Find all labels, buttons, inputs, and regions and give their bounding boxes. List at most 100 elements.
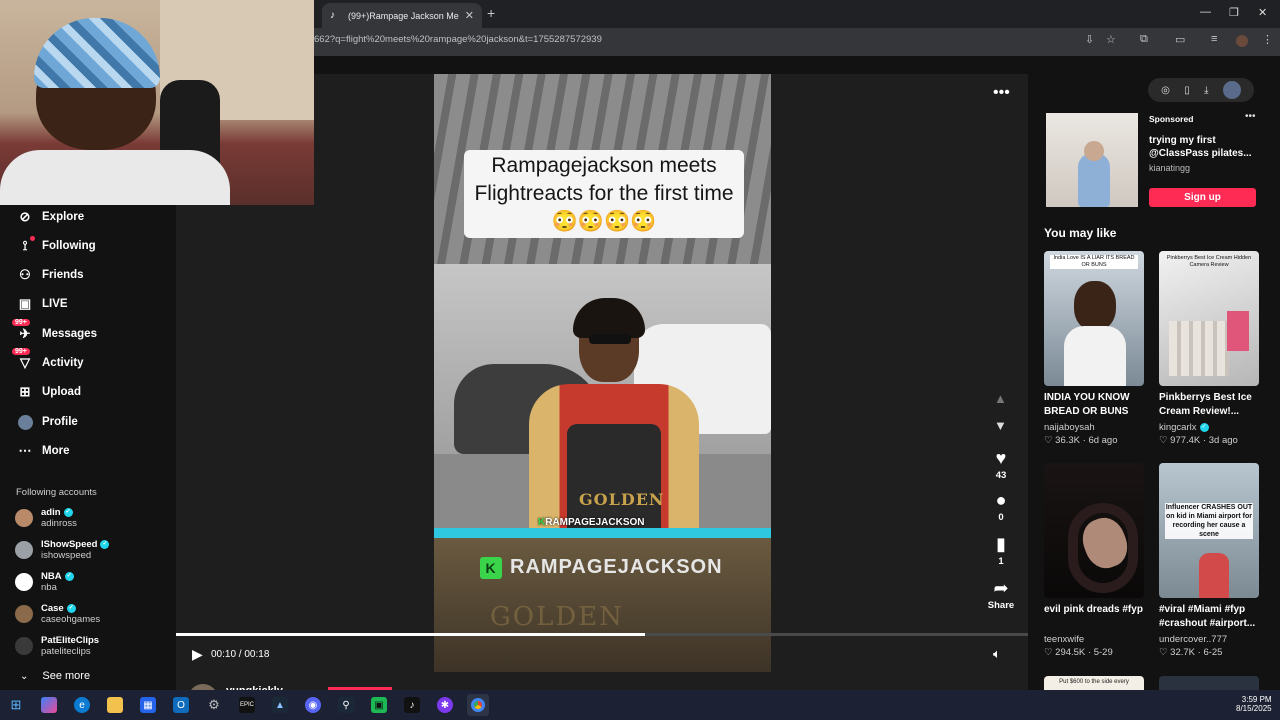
comment-icon: ● (995, 490, 1007, 510)
suggested-video-card[interactable]: evil pink dreads #fyp teenxwife ♡ 294.5K… (1044, 463, 1144, 658)
following-account[interactable]: PatEliteClips pateliteclips (15, 635, 99, 657)
media-app-icon[interactable]: ▣ (371, 697, 387, 713)
start-icon[interactable]: ⊞ (8, 697, 24, 713)
share-label: Share (987, 600, 1015, 611)
sidebar-item-messages[interactable]: ✈ 99+ Messages (12, 319, 97, 342)
store-icon[interactable]: ▦ (140, 697, 156, 713)
app-icon[interactable]: ✱ (437, 697, 453, 713)
video-person: GOLDEN (529, 298, 699, 554)
see-more-button[interactable]: ⌄ See more (20, 670, 90, 682)
sidebar-item-friends[interactable]: ⚇ Friends (16, 267, 83, 283)
suggested-video-card[interactable]: Influencer CRASHES OUT on kid in Miami a… (1159, 463, 1259, 658)
sign-up-button[interactable]: Sign up (1149, 188, 1256, 207)
messages-icon: ✈ 99+ (12, 319, 34, 342)
browser-menu-icon[interactable]: ⋮ (1262, 33, 1273, 46)
taskbar-clock[interactable]: 3:59 PM 8/15/2025 (1236, 695, 1272, 713)
install-icon[interactable]: ⇩ (1085, 33, 1094, 46)
cast-icon[interactable]: ▭ (1175, 33, 1185, 46)
chrome-icon[interactable] (467, 694, 489, 716)
close-tab-icon[interactable]: ✕ (465, 9, 474, 22)
suggested-video-thumbnail-peek[interactable] (1159, 676, 1259, 690)
ad-username[interactable]: kianatingg (1149, 163, 1190, 173)
video-hair (573, 298, 645, 338)
window-close-icon[interactable]: ✕ (1258, 6, 1267, 19)
avatar (15, 573, 33, 591)
sidebar-item-upload[interactable]: ⊞ Upload (16, 384, 81, 400)
bookmark-star-icon[interactable]: ☆ (1106, 33, 1116, 46)
ad-thumbnail[interactable] (1046, 113, 1138, 207)
previous-video-icon[interactable]: ▲ (994, 391, 1007, 406)
restore-icon[interactable]: ❐ (1229, 6, 1239, 19)
ad-person (1078, 153, 1110, 207)
volume-icon[interactable]: 🔈︎ (993, 646, 1001, 662)
you-may-like-title: You may like (1044, 226, 1117, 240)
more-icon: ⋯ (18, 443, 32, 458)
following-accounts-title: Following accounts (16, 487, 97, 498)
suggested-video-thumbnail-peek[interactable]: Put $600 to the side every (1044, 676, 1144, 690)
verified-icon: ✓ (64, 571, 74, 581)
sidebar-item-activity[interactable]: ▽ 99+ Activity (12, 348, 84, 371)
discord-icon[interactable]: ◉ (305, 697, 321, 713)
avatar (15, 637, 33, 655)
sidebar-item-more[interactable]: ⋯ More (16, 443, 70, 459)
comment-button[interactable]: ● 0 (981, 490, 1021, 523)
more-options-icon[interactable]: ••• (993, 84, 1010, 102)
new-tab-icon[interactable]: + (487, 5, 495, 21)
tiktok-taskbar-icon[interactable]: ♪ (404, 697, 420, 713)
user-avatar-icon[interactable] (1222, 81, 1241, 99)
webcam-durag (34, 18, 160, 88)
steam-icon[interactable]: ⚲ (338, 697, 354, 713)
outlook-icon[interactable]: O (173, 697, 189, 713)
video-lower-strip (434, 528, 771, 538)
webcam-overlay (0, 0, 314, 205)
url-field[interactable]: 662?q=flight%20meets%20rampage%20jackson… (314, 34, 602, 45)
following-account[interactable]: IShowSpeed ✓ ishowspeed (15, 539, 110, 561)
edge-icon[interactable]: e (74, 697, 90, 713)
suggested-video-card[interactable]: Pinkberrys Best Ice Cream Hidden Camera … (1159, 251, 1259, 446)
video-big-tag: K RAMPAGEJACKSON (480, 556, 723, 579)
following-account[interactable]: adin ✓ adinross (15, 507, 77, 529)
mobile-icon[interactable]: ▯ (1184, 85, 1190, 96)
following-account[interactable]: NBA ✓ nba (15, 571, 74, 593)
app-icon[interactable]: ▲ (272, 697, 288, 713)
bookmark-icon: ▮ (996, 534, 1006, 554)
reading-list-icon[interactable]: ≡ (1211, 33, 1217, 45)
verified-icon: ✓ (1199, 422, 1209, 432)
sidebar-item-profile[interactable]: Profile (16, 414, 78, 430)
screen: ♪ (99+)Rampage Jackson Meets F ✕ + — ❐ ✕… (0, 0, 1280, 720)
activity-badge: 99+ (12, 348, 30, 355)
ad-title[interactable]: trying my first @ClassPass pilates... (1149, 134, 1259, 160)
video-thumbnail: Influencer CRASHES OUT on kid in Miami a… (1159, 463, 1259, 598)
download-icon[interactable]: ⤓ (1204, 85, 1208, 96)
video-progress-bar[interactable] (176, 633, 1028, 636)
save-count: 1 (998, 556, 1004, 567)
heart-icon: ♡ (1044, 435, 1056, 446)
play-icon[interactable]: ▶ (192, 646, 203, 663)
ad-more-icon[interactable]: ••• (1245, 111, 1256, 122)
following-account[interactable]: Case ✓ caseohgames (15, 603, 100, 625)
suggested-video-card[interactable]: India Love IS A LIAR ITS BREAD OR BUNS I… (1044, 251, 1144, 446)
coin-icon[interactable]: ◎ (1161, 85, 1170, 96)
verified-icon: ✓ (100, 539, 110, 549)
chevron-down-icon: ⌄ (20, 670, 29, 682)
settings-icon[interactable]: ⚙ (206, 697, 222, 713)
epic-games-icon[interactable]: EPIC (239, 697, 255, 713)
next-video-icon[interactable]: ▼ (994, 418, 1007, 433)
sidebar-item-explore[interactable]: ⊘ Explore (16, 209, 85, 225)
profile-avatar-icon[interactable] (1236, 35, 1248, 47)
avatar (15, 605, 33, 623)
share-button[interactable]: ➦ Share (981, 578, 1021, 611)
sidebar-item-live[interactable]: ▣ LIVE (16, 296, 68, 312)
sidebar-item-following[interactable]: ⟟ Following (16, 236, 96, 254)
extensions-icon[interactable]: ⧉ (1140, 33, 1148, 46)
file-explorer-icon[interactable] (107, 697, 123, 713)
heart-icon: ♡ (1159, 647, 1171, 658)
minimize-icon[interactable]: — (1200, 6, 1211, 18)
like-button[interactable]: ♥ 43 (981, 448, 1021, 481)
below-video-strip (176, 680, 1028, 690)
save-button[interactable]: ▮ 1 (981, 534, 1021, 567)
video-small-tag: KRAMPAGEJACKSON (538, 517, 645, 528)
avatar (15, 541, 33, 559)
browser-tab[interactable]: ♪ (99+)Rampage Jackson Meets F ✕ (322, 3, 482, 28)
copilot-icon[interactable] (41, 697, 57, 713)
